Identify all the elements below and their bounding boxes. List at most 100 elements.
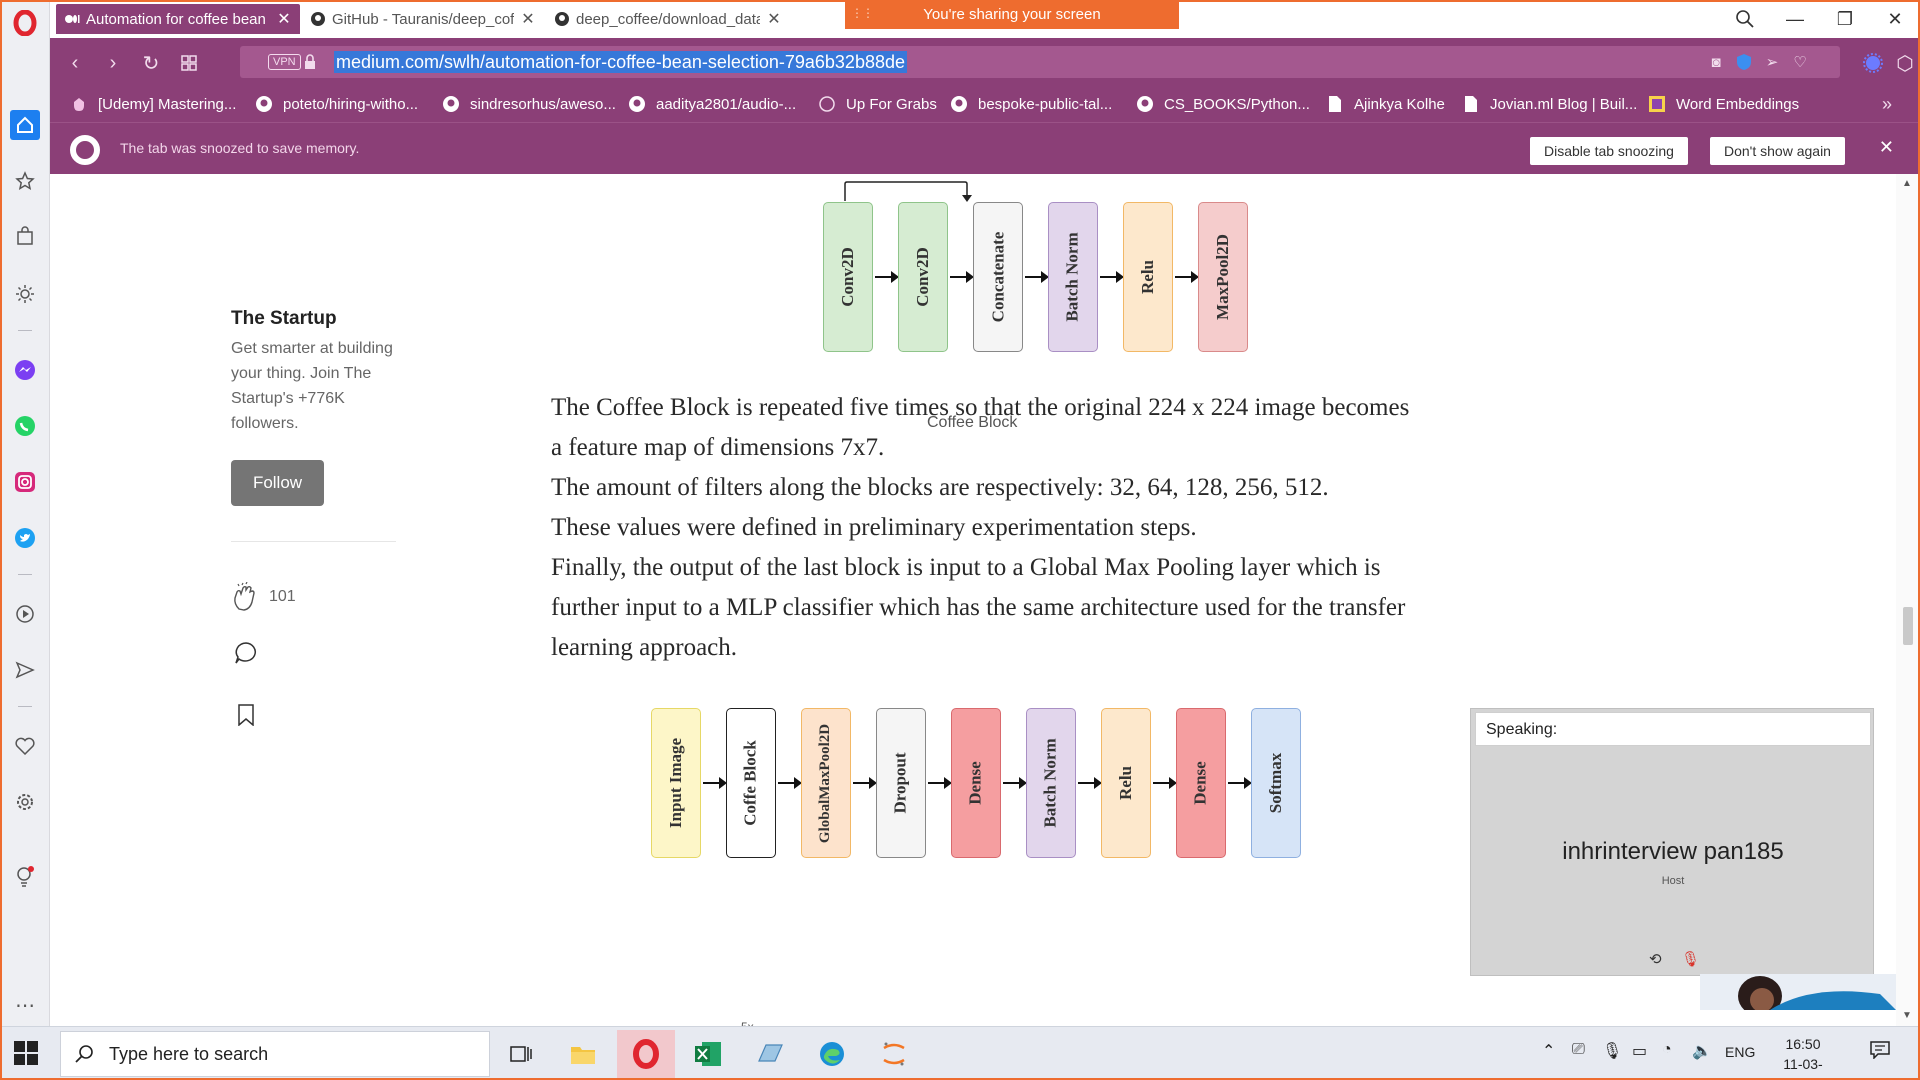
- adblock-shield-icon[interactable]: [1734, 52, 1754, 72]
- edge-icon[interactable]: [803, 1030, 861, 1078]
- close-tab-icon[interactable]: ✕: [520, 9, 536, 29]
- tab-github-deep-coffee[interactable]: GitHub - Tauranis/deep_coffee ✕: [302, 4, 544, 34]
- send-to-flow-icon[interactable]: ➢: [1762, 52, 1782, 72]
- bookmark-label: poteto/hiring-witho...: [283, 95, 419, 113]
- back-icon[interactable]: ‹: [62, 50, 88, 76]
- flow-arrow: [1175, 271, 1199, 283]
- url-text[interactable]: medium.com/swlh/automation-for-coffee-be…: [334, 51, 907, 73]
- vpn-badge[interactable]: VPN: [268, 54, 301, 70]
- block-label: MaxPool2D: [1213, 234, 1232, 320]
- bookmark-item[interactable]: bespoke-public-tal...: [950, 94, 1112, 114]
- forward-icon[interactable]: ›: [100, 50, 126, 76]
- close-notice-icon[interactable]: ✕: [1879, 137, 1894, 158]
- bookmark-item[interactable]: Up For Grabs: [818, 94, 937, 114]
- divider: [231, 541, 396, 542]
- bookmarks-overflow-icon[interactable]: »: [1882, 94, 1892, 115]
- bookmark-item[interactable]: poteto/hiring-witho...: [255, 94, 418, 114]
- wifi-icon[interactable]: ◔: [1662, 1041, 1672, 1059]
- bookmarks-heart-icon[interactable]: [10, 731, 40, 761]
- home-icon[interactable]: [10, 110, 40, 140]
- player-icon[interactable]: [10, 599, 40, 629]
- bookmark-item[interactable]: aaditya2801/audio-...: [628, 94, 796, 114]
- bookmark-item[interactable]: sindresorhus/aweso...: [442, 94, 616, 114]
- snip-tool-icon[interactable]: [741, 1030, 799, 1078]
- screen-share-banner[interactable]: ⋮⋮ You're sharing your screen: [845, 0, 1179, 29]
- block-label: Conv2D: [838, 247, 858, 307]
- twitter-icon[interactable]: [10, 523, 40, 553]
- opera-taskbar-icon[interactable]: [617, 1030, 675, 1078]
- address-bar-row: ‹ › ↻ VPN medium.com/swlh/automation-for…: [50, 38, 1920, 86]
- tab-grid-icon[interactable]: [176, 50, 202, 76]
- minimize-button[interactable]: —: [1775, 4, 1815, 34]
- microphone-icon[interactable]: 🎙: [1602, 1041, 1622, 1061]
- bookmark-label: CS_BOOKS/Python...: [1164, 95, 1310, 113]
- opera-menu-icon[interactable]: [10, 8, 40, 38]
- battery-icon[interactable]: ▭: [1632, 1041, 1647, 1061]
- close-tab-icon[interactable]: ✕: [766, 9, 782, 29]
- extension-icon[interactable]: [1860, 50, 1886, 76]
- bookmark-heart-icon[interactable]: ♡: [1790, 52, 1810, 72]
- windows-taskbar: Type here to search ⌃ ⎚ 🎙 ▭ ◔ 🔈 ENG 16:5…: [0, 1026, 1920, 1080]
- reload-icon[interactable]: ↻: [138, 50, 164, 76]
- flow-arrow: [1003, 777, 1027, 789]
- taskbar-clock[interactable]: 16:50 11-03-2021: [1768, 1034, 1838, 1080]
- instagram-icon[interactable]: [10, 467, 40, 497]
- bookmark-save-icon[interactable]: [237, 704, 255, 731]
- messenger-icon[interactable]: [10, 355, 40, 385]
- comment-bubble-icon[interactable]: [234, 641, 258, 670]
- bookmark-item[interactable]: Word Embeddings: [1648, 94, 1799, 114]
- taskbar-search-box[interactable]: Type here to search: [60, 1031, 490, 1077]
- task-view-icon[interactable]: [492, 1030, 550, 1078]
- speed-dial-star-icon[interactable]: [10, 166, 40, 196]
- notification-center-icon[interactable]: [1870, 1041, 1890, 1064]
- excel-icon[interactable]: [679, 1030, 737, 1078]
- clock-time: 16:50: [1785, 1036, 1821, 1052]
- restore-button[interactable]: ❐: [1825, 4, 1865, 34]
- publication-name[interactable]: The Startup: [231, 308, 337, 330]
- block-label: Concatenate: [988, 231, 1007, 323]
- windows-start-icon[interactable]: [14, 1041, 40, 1067]
- muted-mic-icon[interactable]: 🎙: [1681, 950, 1700, 968]
- jupyter-icon[interactable]: [865, 1030, 923, 1078]
- scroll-down-icon[interactable]: ▼: [1902, 1010, 1912, 1021]
- self-view-video[interactable]: [1700, 974, 1896, 1010]
- bookmark-item[interactable]: CS_BOOKS/Python...: [1136, 94, 1310, 114]
- tab-automation-coffee[interactable]: Automation for coffee bean selection ✕: [56, 4, 300, 34]
- follow-button[interactable]: Follow: [231, 460, 324, 506]
- udemy-icon: [70, 95, 88, 113]
- bookmark-item[interactable]: Ajinkya Kolhe: [1326, 94, 1445, 114]
- language-indicator[interactable]: ENG: [1725, 1044, 1755, 1060]
- block-label: Softmax: [1266, 752, 1286, 814]
- flow-send-icon[interactable]: [10, 655, 40, 685]
- block-label: Coffe Block: [741, 740, 760, 826]
- tips-lightbulb-icon[interactable]: [10, 862, 40, 892]
- bookmark-item[interactable]: Jovian.ml Blog | Buil...: [1462, 94, 1637, 114]
- whatsapp-icon[interactable]: [10, 411, 40, 441]
- lock-icon[interactable]: [304, 54, 316, 75]
- easy-setup-icon[interactable]: [10, 279, 40, 309]
- volume-icon[interactable]: 🔈: [1692, 1041, 1712, 1061]
- file-explorer-icon[interactable]: [554, 1030, 612, 1078]
- meeting-video-panel[interactable]: Speaking: inhrinterview pan185 Host ⟲ 🎙: [1470, 708, 1874, 976]
- device-icon[interactable]: ⎚: [1572, 1041, 1585, 1059]
- disable-tab-snoozing-button[interactable]: Disable tab snoozing: [1530, 137, 1688, 165]
- settings-gear-icon[interactable]: [10, 787, 40, 817]
- drag-grip-icon[interactable]: ⋮⋮: [851, 6, 874, 20]
- clap-button[interactable]: 101: [231, 582, 296, 612]
- tab-search-icon[interactable]: [1725, 4, 1765, 34]
- bookmark-item[interactable]: [Udemy] Mastering...: [70, 94, 236, 114]
- page-scrollbar[interactable]: ▲ ▼: [1896, 174, 1920, 1026]
- more-options-icon[interactable]: ⋯: [10, 990, 40, 1020]
- show-hidden-icons[interactable]: ⌃: [1542, 1041, 1555, 1061]
- dont-show-again-button[interactable]: Don't show again: [1710, 137, 1845, 165]
- url-field[interactable]: VPN medium.com/swlh/automation-for-coffe…: [240, 46, 1840, 78]
- cube-extension-icon[interactable]: ⬡: [1892, 50, 1918, 76]
- tab-download-dataset[interactable]: deep_coffee/download_dataset ✕: [546, 4, 790, 34]
- snapshot-camera-icon[interactable]: ◙: [1706, 52, 1726, 72]
- scroll-thumb[interactable]: [1903, 607, 1913, 645]
- close-tab-icon[interactable]: ✕: [276, 9, 292, 29]
- shopping-bag-icon[interactable]: [10, 221, 40, 251]
- scroll-up-icon[interactable]: ▲: [1902, 178, 1912, 189]
- close-window-button[interactable]: ✕: [1875, 4, 1915, 34]
- audio-connection-icon[interactable]: ⟲: [1649, 950, 1662, 968]
